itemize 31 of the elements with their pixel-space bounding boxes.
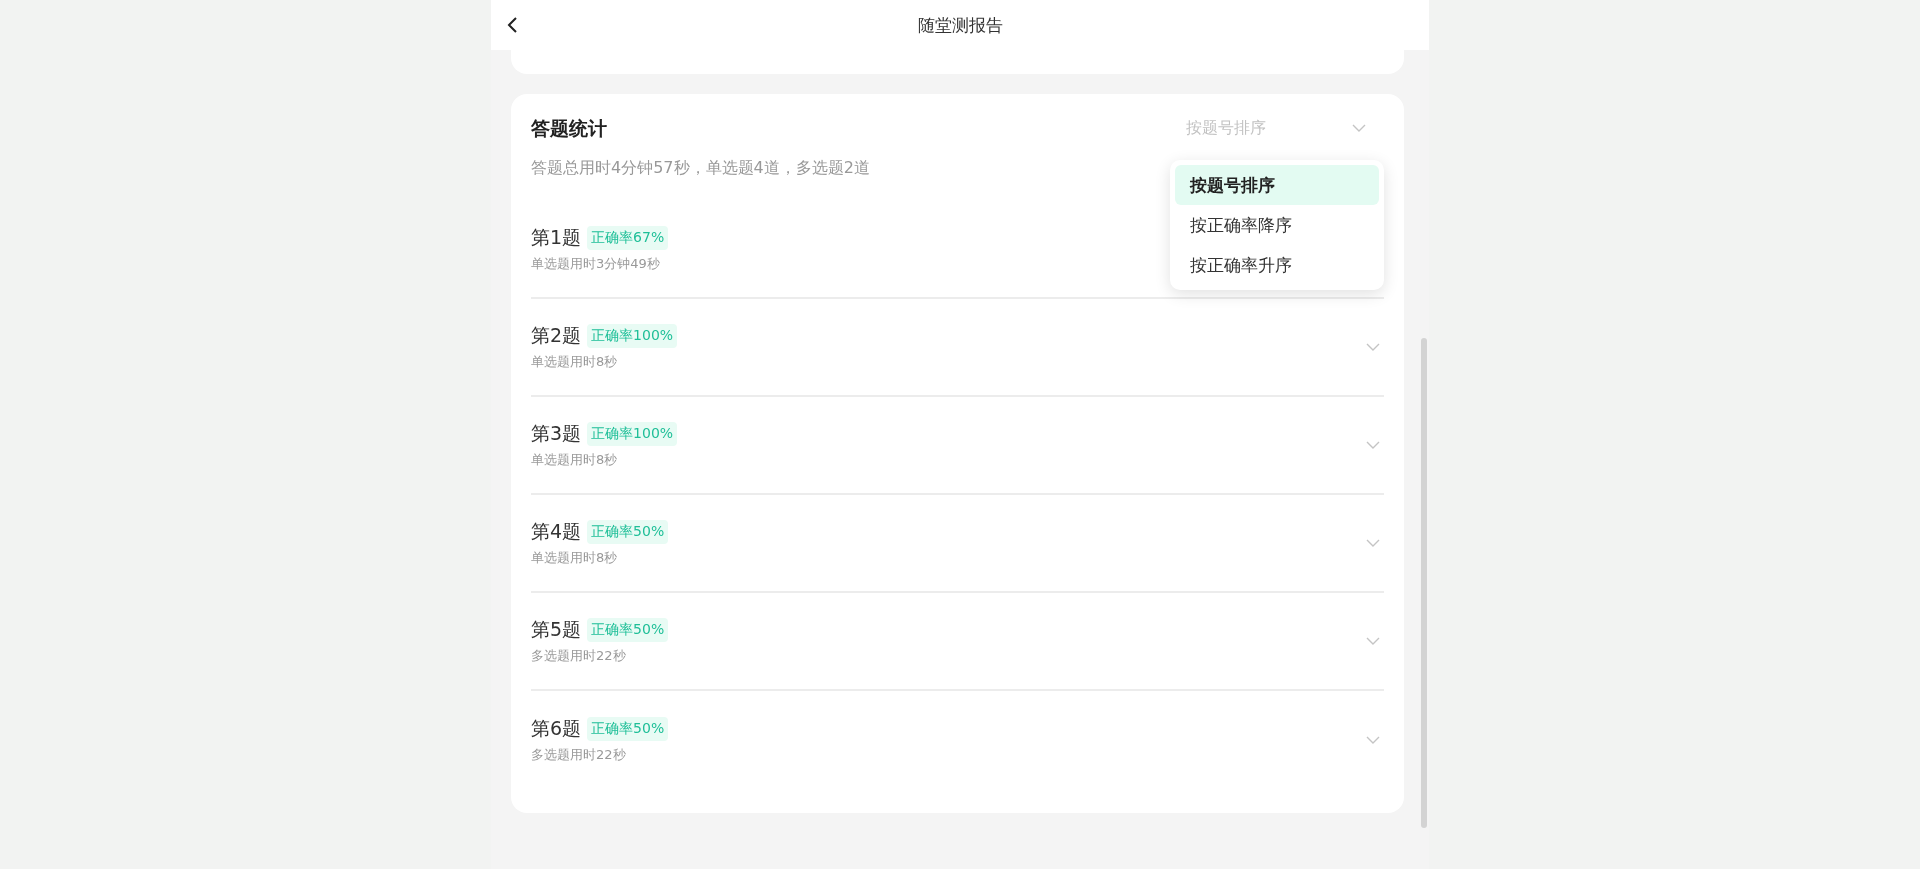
chevron-down-icon[interactable] [1366, 735, 1380, 745]
chevron-down-icon[interactable] [1366, 538, 1380, 548]
section-title: 答题统计 [531, 116, 608, 141]
accuracy-tag: 正确率50% [587, 618, 669, 642]
accuracy-tag: 正确率67% [587, 226, 669, 250]
summary-text: 答题总用时4分钟57秒，单选题4道，多选题2道 [531, 158, 870, 179]
sort-option[interactable]: 按正确率升序 [1175, 245, 1379, 285]
question-detail: 单选题用时8秒 [531, 353, 619, 371]
question-detail: 多选题用时22秒 [531, 746, 627, 764]
accuracy-tag: 正确率100% [587, 324, 678, 348]
chevron-down-icon[interactable] [1352, 124, 1366, 133]
question-detail: 多选题用时22秒 [531, 647, 627, 665]
question-detail: 单选题用时3分钟49秒 [531, 255, 661, 273]
accuracy-tag: 正确率100% [587, 422, 678, 446]
accuracy-tag: 正确率50% [587, 717, 669, 741]
chevron-down-icon[interactable] [1366, 440, 1380, 450]
question-title: 第6题 [531, 716, 582, 741]
sort-option[interactable]: 按正确率降序 [1175, 205, 1379, 245]
question-title: 第1题 [531, 225, 582, 250]
sort-option[interactable]: 按题号排序 [1175, 165, 1379, 205]
question-detail: 单选题用时8秒 [531, 549, 619, 567]
scrollbar-thumb[interactable] [1421, 338, 1427, 828]
question-detail: 单选题用时8秒 [531, 451, 619, 469]
chevron-down-icon[interactable] [1366, 342, 1380, 352]
question-title: 第2题 [531, 323, 582, 348]
page-title: 随堂测报告 [917, 13, 1003, 37]
question-title: 第5题 [531, 617, 582, 642]
accuracy-tag: 正确率50% [587, 520, 669, 544]
question-title: 第3题 [531, 421, 582, 446]
chevron-down-icon[interactable] [1366, 636, 1380, 646]
question-title: 第4题 [531, 519, 582, 544]
